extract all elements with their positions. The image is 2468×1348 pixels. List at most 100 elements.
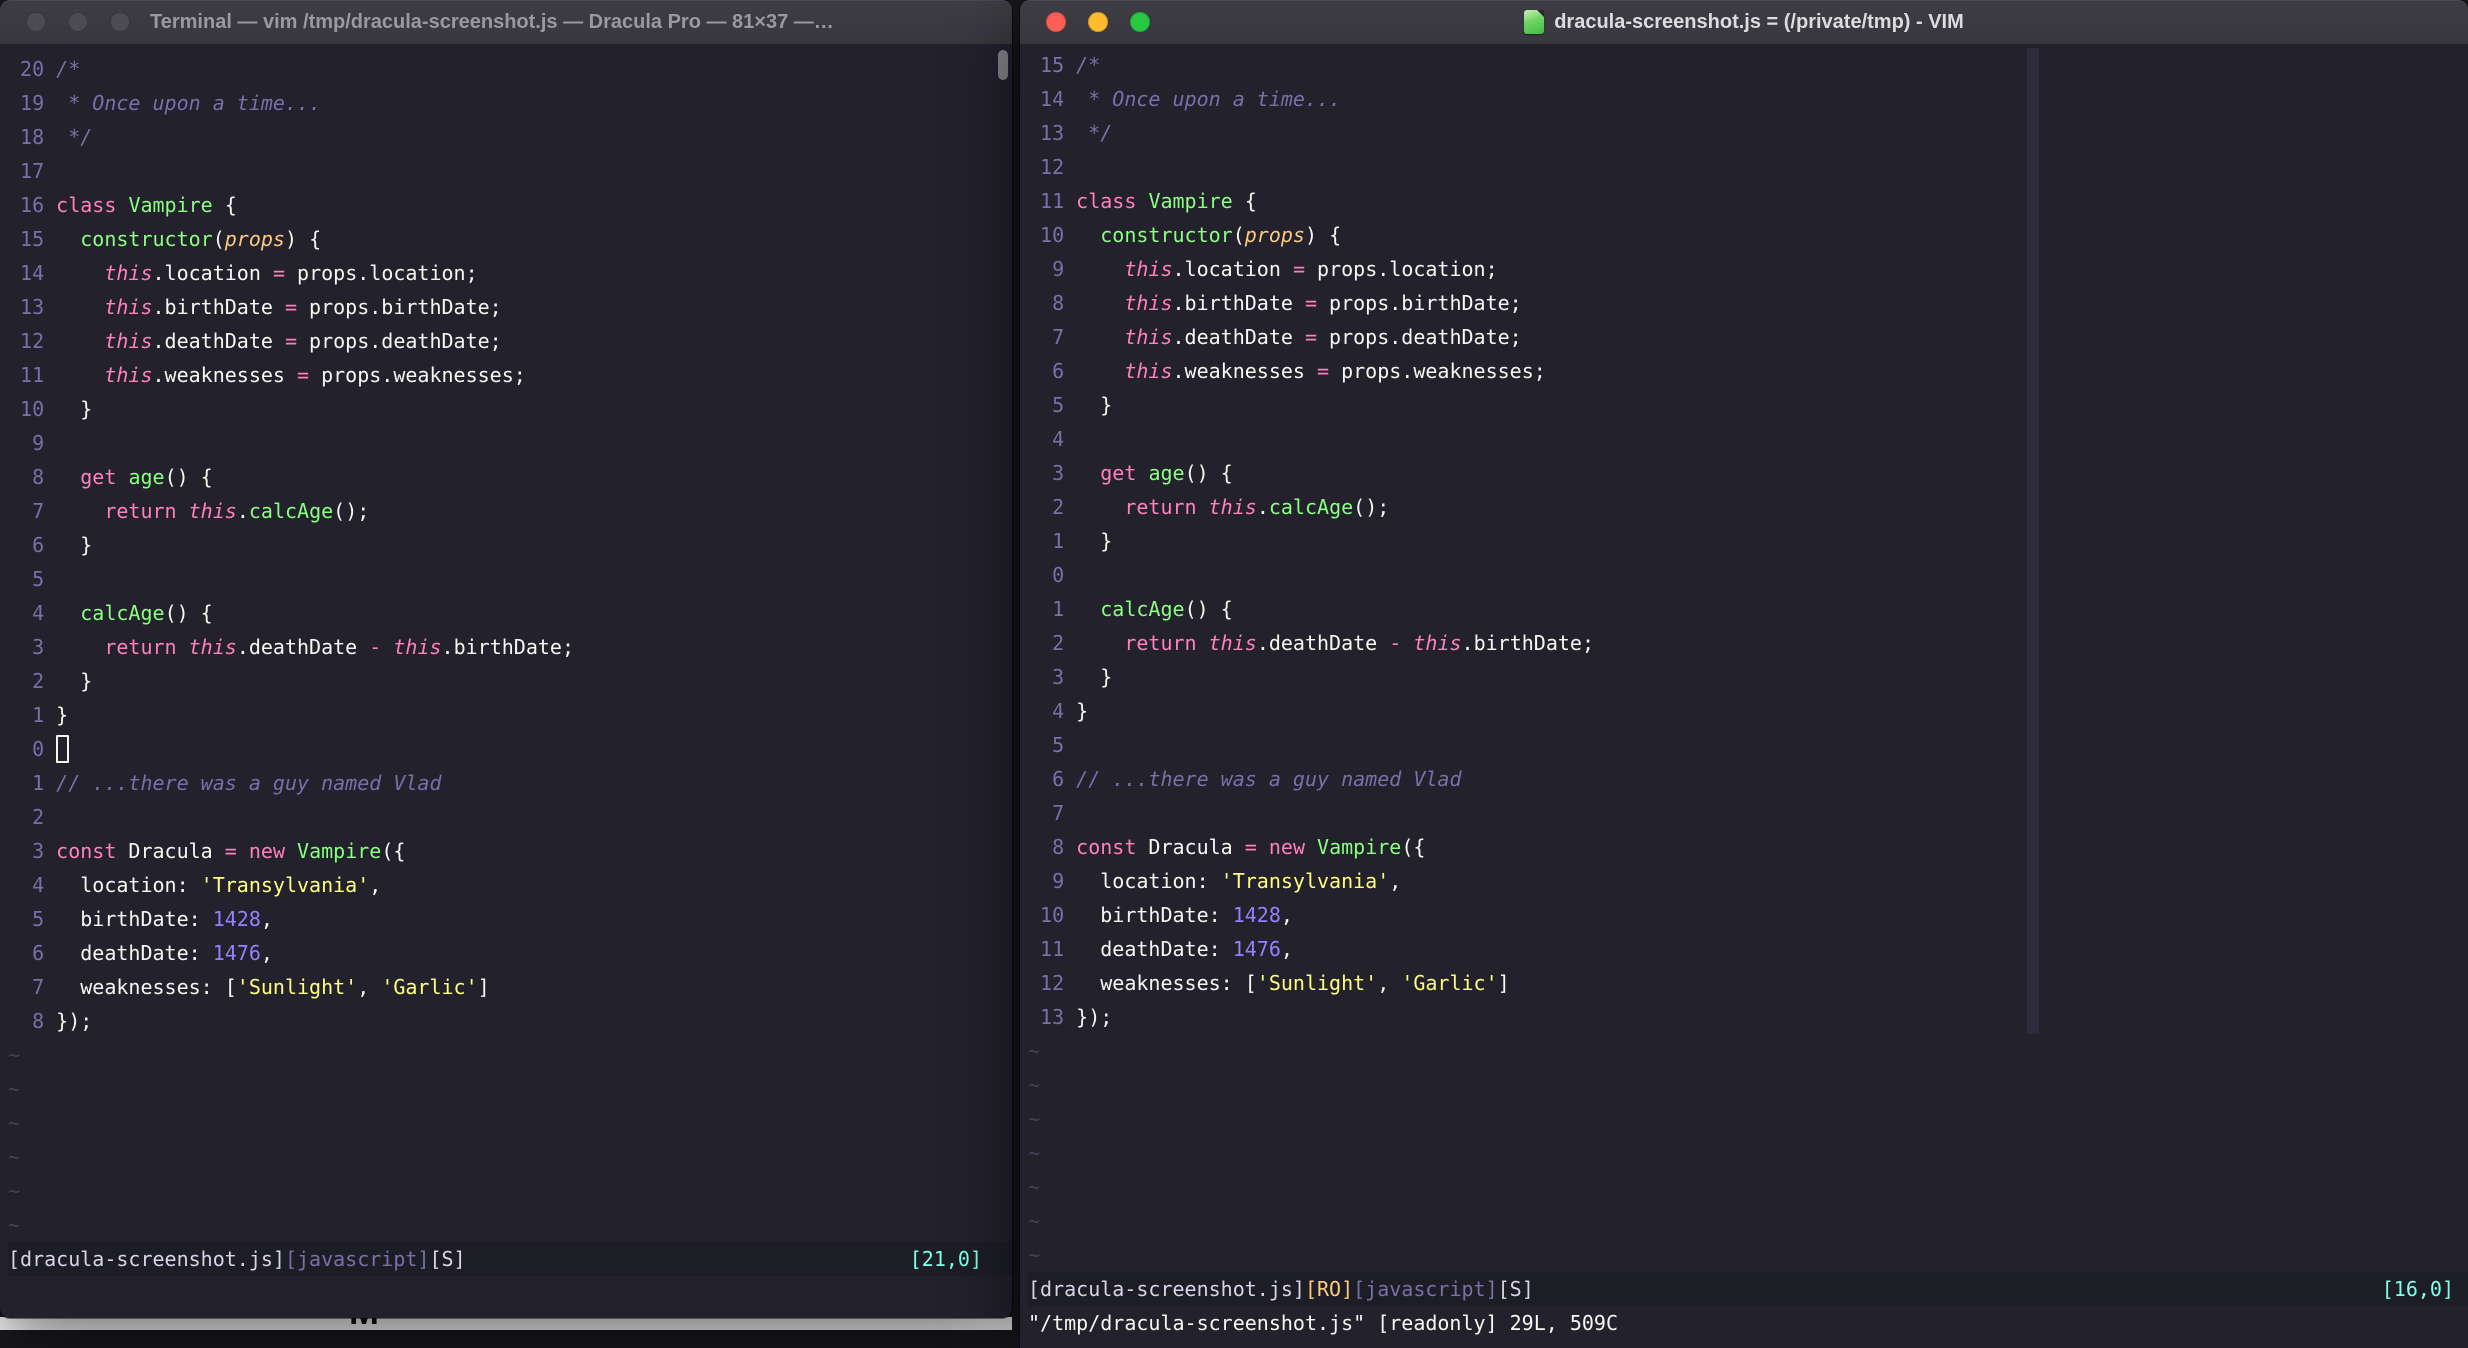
code-line: 7 weaknesses: ['Sunlight', 'Garlic'] (8, 975, 490, 999)
line-number: 8 (1028, 291, 1077, 315)
line-number: 0 (1028, 563, 1077, 587)
code-line: 10 constructor(props) { (1028, 223, 1342, 247)
code-line: 5 (8, 562, 1012, 596)
line-number: 20 (8, 57, 57, 81)
line-number: 8 (8, 465, 57, 489)
line-number: 7 (1028, 325, 1077, 349)
line-number: 1 (1028, 529, 1077, 553)
code-line: 2 return this.deathDate - this.birthDate… (1028, 631, 1594, 655)
code-line: 7 this.deathDate = props.deathDate; (1028, 325, 1522, 349)
macvim-window: dracula-screenshot.js = (/private/tmp) -… (1020, 0, 2468, 1348)
line-number: 19 (8, 91, 57, 115)
code-line: 15 constructor(props) { (8, 227, 322, 251)
code-line: 17 (8, 154, 1012, 188)
tilde-line: ~ (1028, 1243, 1041, 1267)
code-line: 9 (8, 426, 1012, 460)
terminal-window: Terminal — vim /tmp/dracula-screenshot.j… (0, 0, 1012, 1318)
code-line: 14 * Once upon a time... (1028, 87, 1342, 111)
document-icon (1524, 10, 1545, 34)
line-number: 2 (8, 669, 57, 693)
code-line: 6 deathDate: 1476, (8, 941, 273, 965)
code-line: 1 } (1028, 529, 1113, 553)
code-line: 8 this.birthDate = props.birthDate; (1028, 291, 1522, 315)
code-line: 10 birthDate: 1428, (1028, 903, 1293, 927)
code-line: 0 (1028, 558, 2468, 592)
line-number: 11 (8, 363, 57, 387)
zoom-button[interactable] (1130, 12, 1150, 32)
line-number: 13 (1028, 121, 1077, 145)
minimize-button[interactable] (68, 12, 88, 32)
code-line: 12 (1028, 150, 2468, 184)
minimize-button[interactable] (1088, 12, 1108, 32)
line-number: 3 (8, 839, 57, 863)
cursor-position: [21,0] (909, 1247, 982, 1271)
code-line: 12 weaknesses: ['Sunlight', 'Garlic'] (1028, 971, 1510, 995)
code-line: 8 get age() { (8, 465, 213, 489)
line-number: 15 (1028, 53, 1077, 77)
line-number: 16 (8, 193, 57, 217)
code-line: 9 this.location = props.location; (1028, 257, 1498, 281)
right-rows: 15 /* 14 * Once upon a time... 13 */ 12 … (1028, 48, 2468, 1340)
code-line: 11 class Vampire { (1028, 189, 1257, 213)
vim-cursor (56, 735, 69, 763)
tilde-line: ~ (1028, 1141, 1041, 1165)
vim-statusline: [dracula-screenshot.js][RO][javascript][… (1028, 1272, 2468, 1306)
background-page: M (0, 1317, 1012, 1330)
code-line: 7 (1028, 796, 2468, 830)
tilde-line: ~ (8, 1043, 21, 1067)
left-editor[interactable]: 20 /* 19 * Once upon a time... 18 */ 1 7 … (0, 44, 1012, 1318)
line-number: 3 (8, 635, 57, 659)
line-number: 12 (1028, 971, 1077, 995)
macvim-titlebar[interactable]: dracula-screenshot.js = (/private/tmp) -… (1020, 0, 2468, 45)
line-number: 14 (1028, 87, 1077, 111)
code-line: 1 // ...there was a guy named Vlad (8, 771, 442, 795)
macvim-window-title: dracula-screenshot.js = (/private/tmp) -… (1554, 10, 1964, 33)
line-number: 5 (8, 567, 57, 591)
close-button[interactable] (26, 12, 46, 32)
tilde-line: ~ (8, 1111, 21, 1135)
tilde-line: ~ (1028, 1073, 1041, 1097)
code-line: 8 const Dracula = new Vampire({ (1028, 835, 1426, 859)
left-rows: 20 /* 19 * Once upon a time... 18 */ 1 7 … (8, 52, 1012, 1310)
line-number: 14 (8, 261, 57, 285)
line-number: 7 (8, 499, 57, 523)
tilde-line: ~ (1028, 1039, 1041, 1063)
right-editor[interactable]: 15 /* 14 * Once upon a time... 13 */ 12 … (1020, 44, 2468, 1348)
zoom-button[interactable] (110, 12, 130, 32)
code-line: 1 } (8, 703, 69, 727)
scrollbar-thumb[interactable] (998, 50, 1008, 80)
code-line: 0 (8, 732, 1012, 766)
code-line: 3 } (1028, 665, 1113, 689)
code-line: 11 this.weaknesses = props.weaknesses; (8, 363, 526, 387)
tilde-line: ~ (8, 1179, 21, 1203)
close-button[interactable] (1046, 12, 1066, 32)
line-number: 5 (1028, 393, 1077, 417)
terminal-titlebar[interactable]: Terminal — vim /tmp/dracula-screenshot.j… (0, 0, 1012, 45)
code-line: 6 } (8, 533, 93, 557)
line-number: 4 (8, 873, 57, 897)
code-line: 3 return this.deathDate - this.birthDate… (8, 635, 574, 659)
line-number: 6 (8, 941, 57, 965)
line-number: 15 (8, 227, 57, 251)
line-number: 2 (1028, 631, 1077, 655)
code-line: 5 birthDate: 1428, (8, 907, 273, 931)
code-line: 5 } (1028, 393, 1113, 417)
code-line: 2 return this.calcAge(); (1028, 495, 1390, 519)
macvim-title-group: dracula-screenshot.js = (/private/tmp) -… (1160, 0, 2328, 44)
code-line: 12 this.deathDate = props.deathDate; (8, 329, 502, 353)
code-line: 13 this.birthDate = props.birthDate; (8, 295, 502, 319)
line-number: 7 (1028, 801, 1077, 825)
line-number: 10 (8, 397, 57, 421)
code-line: 19 * Once upon a time... (8, 91, 322, 115)
code-line: 13 */ (1028, 121, 1113, 145)
line-number: 1 (8, 703, 57, 727)
line-number: 11 (1028, 937, 1077, 961)
code-line: 7 return this.calcAge(); (8, 499, 370, 523)
vim-command-line: "/tmp/dracula-screenshot.js" [readonly] … (1028, 1311, 1619, 1335)
line-number: 12 (8, 329, 57, 353)
line-number: 8 (1028, 835, 1077, 859)
line-number: 4 (1028, 699, 1077, 723)
line-number: 18 (8, 125, 57, 149)
tilde-line: ~ (8, 1077, 21, 1101)
line-number: 9 (1028, 869, 1077, 893)
